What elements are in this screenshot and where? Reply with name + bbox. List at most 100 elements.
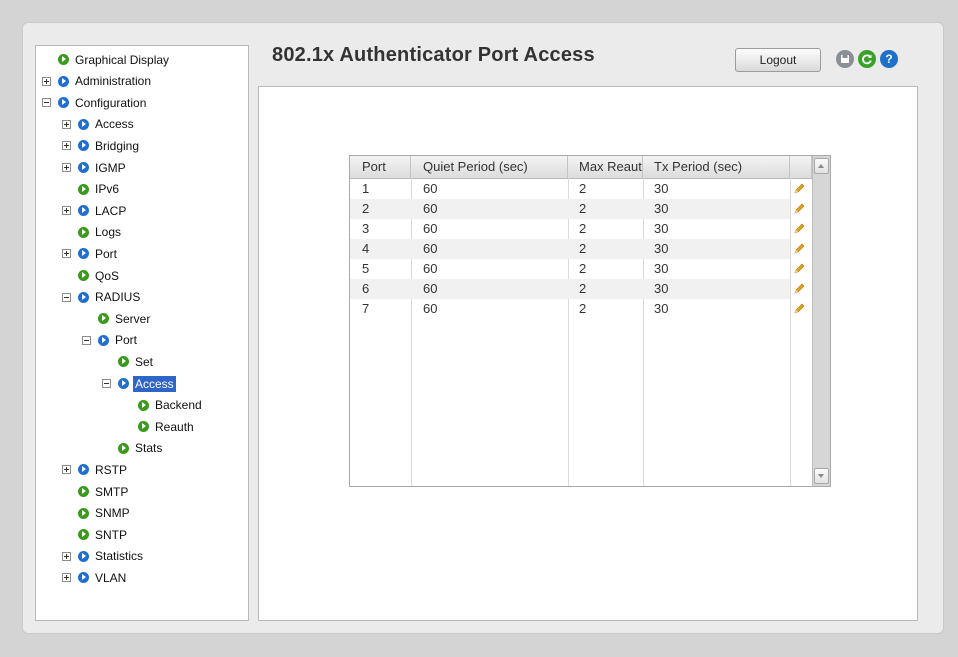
- table-cell: 5: [362, 261, 370, 276]
- table-header: Port Quiet Period (sec) Max Reauth Tx Pe…: [350, 156, 812, 179]
- pencil-icon[interactable]: [792, 222, 806, 236]
- column-header-max-reauth[interactable]: Max Reauth: [568, 156, 643, 178]
- table-cell: 60: [423, 261, 438, 276]
- table-row[interactable]: 6 60 2 30: [350, 279, 805, 299]
- pencil-icon[interactable]: [792, 302, 806, 316]
- table-row[interactable]: 3 60 2 30: [350, 219, 805, 239]
- nav-item-port[interactable]: Port: [62, 243, 119, 264]
- pencil-icon[interactable]: [792, 182, 806, 196]
- table-row[interactable]: 5 60 2 30: [350, 259, 805, 279]
- nav-item-graphical-display[interactable]: Graphical Display: [42, 49, 171, 70]
- expand-icon[interactable]: [62, 141, 71, 151]
- nav-item-label: Set: [135, 354, 154, 369]
- table-cell: 30: [654, 201, 669, 216]
- nav-item-logs[interactable]: Logs: [62, 222, 123, 243]
- pencil-icon[interactable]: [792, 202, 806, 216]
- folder-node-icon: [118, 378, 129, 389]
- page-node-icon: [78, 183, 89, 195]
- nav-item-port[interactable]: Port: [82, 330, 139, 351]
- table-row[interactable]: 1 60 2 30: [350, 179, 805, 199]
- expand-icon[interactable]: [62, 206, 71, 216]
- nav-item-label: LACP: [95, 203, 127, 218]
- table-cell: 60: [423, 201, 438, 216]
- table-row[interactable]: 7 60 2 30: [350, 299, 805, 319]
- table-cell: 30: [654, 281, 669, 296]
- table-cell: 2: [579, 201, 587, 216]
- nav-item-administration[interactable]: Administration: [42, 71, 153, 92]
- expand-icon[interactable]: [62, 163, 71, 172]
- nav-item-stats[interactable]: Stats: [102, 438, 164, 459]
- refresh-icon[interactable]: [858, 50, 876, 68]
- table-cell: 1: [362, 181, 370, 196]
- save-icon[interactable]: [836, 50, 854, 68]
- page-node-icon: [78, 486, 89, 497]
- nav-item-qos[interactable]: QoS: [62, 265, 121, 286]
- expand-icon[interactable]: [62, 573, 71, 583]
- table-cell: 30: [654, 241, 669, 256]
- table-cell: 7: [362, 301, 370, 316]
- help-icon[interactable]: ?: [880, 50, 898, 68]
- nav-item-bridging[interactable]: Bridging: [62, 135, 141, 156]
- nav-item-label: Port: [95, 246, 118, 261]
- table-row[interactable]: 4 60 2 30: [350, 239, 805, 259]
- nav-item-access[interactable]: Access: [62, 114, 136, 135]
- table-cell: 60: [423, 181, 438, 196]
- folder-node-icon: [78, 162, 89, 173]
- column-header-tx-period[interactable]: Tx Period (sec): [643, 156, 790, 178]
- expand-icon[interactable]: [62, 551, 71, 561]
- nav-tree: Graphical Display Administration Configura…: [35, 45, 249, 621]
- expand-icon[interactable]: [62, 465, 71, 475]
- nav-item-ipv6[interactable]: IPv6: [62, 179, 121, 200]
- nav-item-label: SMTP: [95, 484, 129, 499]
- nav-item-reauth[interactable]: Reauth: [122, 416, 196, 437]
- nav-item-label: Logs: [95, 225, 122, 240]
- collapse-icon[interactable]: [42, 98, 51, 108]
- nav-item-vlan[interactable]: VLAN: [62, 567, 128, 588]
- folder-node-icon: [78, 140, 89, 152]
- nav-item-server[interactable]: Server: [82, 308, 152, 329]
- nav-item-smtp[interactable]: SMTP: [62, 481, 130, 502]
- folder-node-icon: [78, 118, 89, 130]
- nav-item-statistics[interactable]: Statistics: [62, 546, 145, 567]
- table-cell: 2: [579, 261, 587, 276]
- column-header-port[interactable]: Port: [350, 156, 411, 178]
- column-header-edit: [790, 156, 812, 178]
- scroll-up-button[interactable]: [814, 158, 829, 174]
- table-cell: 60: [423, 221, 438, 236]
- scroll-down-button[interactable]: [814, 468, 829, 484]
- folder-node-icon: [58, 97, 69, 109]
- nav-item-set[interactable]: Set: [102, 351, 155, 372]
- table-cell: 2: [579, 181, 587, 196]
- logout-button[interactable]: Logout: [735, 48, 821, 72]
- collapse-icon[interactable]: [62, 292, 71, 302]
- nav-item-radius[interactable]: RADIUS: [62, 287, 142, 308]
- nav-item-label: VLAN: [95, 570, 127, 585]
- nav-item-sntp[interactable]: SNTP: [62, 524, 129, 545]
- table-row[interactable]: 2 60 2 30: [350, 199, 805, 219]
- nav-item-label: Access: [133, 375, 176, 392]
- nav-item-snmp[interactable]: SNMP: [62, 503, 132, 524]
- table-scrollbar[interactable]: [812, 156, 830, 486]
- collapse-icon[interactable]: [82, 335, 91, 345]
- nav-item-label: QoS: [95, 268, 120, 283]
- pencil-icon[interactable]: [792, 262, 806, 276]
- column-header-quiet-period[interactable]: Quiet Period (sec): [411, 156, 568, 178]
- table-cell: 4: [362, 241, 370, 256]
- expand-icon[interactable]: [62, 249, 71, 259]
- table-cell: 30: [654, 301, 669, 316]
- nav-item-rstp[interactable]: RSTP: [62, 459, 129, 480]
- nav-item-lacp[interactable]: LACP: [62, 200, 128, 221]
- nav-item-access[interactable]: Access: [102, 373, 176, 394]
- pencil-icon[interactable]: [792, 242, 806, 256]
- nav-item-igmp[interactable]: IGMP: [62, 157, 128, 178]
- expand-icon[interactable]: [62, 119, 71, 129]
- nav-item-label: Port: [115, 333, 138, 348]
- collapse-icon[interactable]: [102, 379, 111, 388]
- table-cell: 2: [362, 201, 370, 216]
- nav-item-label: Configuration: [75, 95, 147, 110]
- nav-item-configuration[interactable]: Configuration: [42, 92, 148, 113]
- table-cell: 2: [579, 221, 587, 236]
- expand-icon[interactable]: [42, 76, 51, 86]
- nav-item-backend[interactable]: Backend: [122, 395, 204, 416]
- pencil-icon[interactable]: [792, 282, 806, 296]
